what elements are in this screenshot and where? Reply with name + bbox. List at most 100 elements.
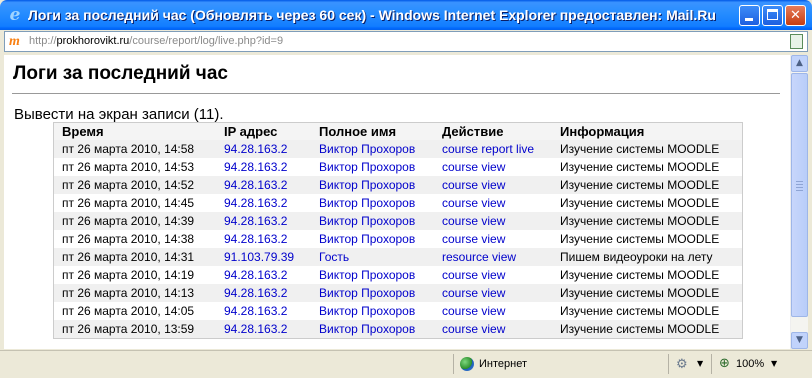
cell-action-link[interactable]: course view	[434, 302, 552, 320]
cell-name-link[interactable]: Виктор Прохоров	[311, 194, 434, 212]
address-bar[interactable]: m http://prokhorovikt.ru/course/report/l…	[4, 31, 808, 52]
chevron-up-icon: ▲	[796, 58, 803, 68]
table-row: пт 26 марта 2010, 14:13 94.28.163.2 Викт…	[53, 284, 743, 302]
cell-name-link[interactable]: Виктор Прохоров	[311, 302, 434, 320]
table-row: пт 26 марта 2010, 14:19 94.28.163.2 Викт…	[53, 266, 743, 284]
column-header-info: Информация	[552, 122, 743, 140]
table-row: пт 26 марта 2010, 14:45 94.28.163.2 Викт…	[53, 194, 743, 212]
cell-ip-link[interactable]: 94.28.163.2	[216, 320, 311, 339]
maximize-button[interactable]	[762, 5, 783, 26]
chevron-down-icon: ▼	[796, 335, 803, 345]
browser-window: e Логи за последний час (Обновлять через…	[0, 0, 812, 378]
protected-mode-dropdown[interactable]: ▼	[697, 359, 703, 368]
close-button[interactable]: ✕	[785, 5, 806, 26]
cell-action-link[interactable]: course view	[434, 320, 552, 339]
moodle-icon: m	[9, 34, 20, 49]
grip-line	[796, 187, 803, 188]
scroll-down-button[interactable]: ▼	[791, 332, 808, 349]
url-host: prokhorovikt.ru	[56, 35, 130, 47]
cell-info: Пишем видеоуроки на лету	[552, 248, 743, 266]
table-row: пт 26 марта 2010, 14:58 94.28.163.2 Викт…	[53, 140, 743, 158]
cell-action-link[interactable]: course view	[434, 176, 552, 194]
cell-ip-link[interactable]: 94.28.163.2	[216, 230, 311, 248]
cell-name-link[interactable]: Виктор Прохоров	[311, 230, 434, 248]
cell-action-link[interactable]: course view	[434, 158, 552, 176]
status-separator	[668, 354, 669, 374]
cell-name-link[interactable]: Виктор Прохоров	[311, 284, 434, 302]
cell-info: Изучение системы MOODLE	[552, 284, 743, 302]
records-count: Вывести на экран записи (11).	[14, 106, 224, 123]
title-bar[interactable]: e Логи за последний час (Обновлять через…	[0, 0, 812, 30]
cell-info: Изучение системы MOODLE	[552, 194, 743, 212]
cell-time: пт 26 марта 2010, 14:31	[53, 248, 216, 266]
minimize-icon	[745, 18, 753, 21]
scroll-thumb[interactable]	[791, 73, 808, 317]
page-content: Логи за последний час Вывести на экран з…	[4, 55, 790, 349]
zoom-dropdown[interactable]: ▼	[771, 359, 777, 368]
zoom-icon[interactable]: ⊕	[719, 356, 730, 371]
page-icon	[790, 34, 803, 49]
protected-mode-icon[interactable]: ⚙	[676, 357, 688, 372]
cell-name-link[interactable]: Виктор Прохоров	[311, 320, 434, 339]
cell-ip-link[interactable]: 94.28.163.2	[216, 140, 311, 158]
cell-action-link[interactable]: course view	[434, 266, 552, 284]
cell-name-link[interactable]: Виктор Прохоров	[311, 140, 434, 158]
cell-action-link[interactable]: course view	[434, 194, 552, 212]
cell-info: Изучение системы MOODLE	[552, 230, 743, 248]
cell-ip-link[interactable]: 94.28.163.2	[216, 158, 311, 176]
cell-time: пт 26 марта 2010, 14:13	[53, 284, 216, 302]
ie-icon: e	[9, 5, 21, 25]
cell-info: Изучение системы MOODLE	[552, 158, 743, 176]
globe-icon	[460, 357, 474, 371]
cell-time: пт 26 марта 2010, 14:45	[53, 194, 216, 212]
cell-name-link[interactable]: Виктор Прохоров	[311, 176, 434, 194]
url-scheme: http://	[29, 35, 57, 47]
close-icon: ✕	[790, 8, 801, 23]
column-header-action: Действие	[434, 122, 552, 140]
cell-name-link[interactable]: Виктор Прохоров	[311, 158, 434, 176]
vertical-scrollbar[interactable]: ▲ ▼	[790, 55, 808, 349]
minimize-button[interactable]	[739, 5, 760, 26]
table-row: пт 26 марта 2010, 14:39 94.28.163.2 Викт…	[53, 212, 743, 230]
table-row: пт 26 марта 2010, 14:31 91.103.79.39 Гос…	[53, 248, 743, 266]
table-header-row: Время IP адрес Полное имя Действие Инфор…	[53, 122, 743, 140]
cell-time: пт 26 марта 2010, 14:53	[53, 158, 216, 176]
cell-action-link[interactable]: course view	[434, 212, 552, 230]
status-separator	[711, 354, 712, 374]
address-url[interactable]: http://prokhorovikt.ru/course/report/log…	[29, 35, 283, 47]
cell-time: пт 26 марта 2010, 14:19	[53, 266, 216, 284]
cell-ip-link[interactable]: 91.103.79.39	[216, 248, 311, 266]
cell-action-link[interactable]: course view	[434, 284, 552, 302]
divider	[12, 93, 780, 94]
cell-time: пт 26 марта 2010, 14:58	[53, 140, 216, 158]
cell-info: Изучение системы MOODLE	[552, 212, 743, 230]
cell-time: пт 26 марта 2010, 14:38	[53, 230, 216, 248]
status-bar: Интернет ⚙ ▼ ⊕ 100% ▼	[0, 350, 812, 378]
cell-ip-link[interactable]: 94.28.163.2	[216, 194, 311, 212]
cell-action-link[interactable]: course view	[434, 230, 552, 248]
url-path: /course/report/log/live.php?id=9	[129, 35, 284, 47]
maximize-icon	[767, 9, 778, 20]
cell-ip-link[interactable]: 94.28.163.2	[216, 176, 311, 194]
column-header-name: Полное имя	[311, 122, 434, 140]
cell-time: пт 26 марта 2010, 13:59	[53, 320, 216, 339]
window-title: Логи за последний час (Обновлять через 6…	[28, 7, 716, 23]
table-row: пт 26 марта 2010, 14:53 94.28.163.2 Викт…	[53, 158, 743, 176]
cell-action-link[interactable]: course report live	[434, 140, 552, 158]
cell-name-link[interactable]: Гость	[311, 248, 434, 266]
cell-name-link[interactable]: Виктор Прохоров	[311, 212, 434, 230]
page-title: Логи за последний час	[13, 63, 228, 84]
cell-name-link[interactable]: Виктор Прохоров	[311, 266, 434, 284]
cell-ip-link[interactable]: 94.28.163.2	[216, 212, 311, 230]
scroll-up-button[interactable]: ▲	[791, 55, 808, 72]
zoom-level[interactable]: 100%	[736, 358, 764, 370]
cell-info: Изучение системы MOODLE	[552, 266, 743, 284]
cell-action-link[interactable]: resource view	[434, 248, 552, 266]
cell-time: пт 26 марта 2010, 14:52	[53, 176, 216, 194]
cell-info: Изучение системы MOODLE	[552, 140, 743, 158]
cell-ip-link[interactable]: 94.28.163.2	[216, 284, 311, 302]
cell-ip-link[interactable]: 94.28.163.2	[216, 302, 311, 320]
cell-ip-link[interactable]: 94.28.163.2	[216, 266, 311, 284]
status-separator	[453, 354, 454, 374]
cell-info: Изучение системы MOODLE	[552, 302, 743, 320]
